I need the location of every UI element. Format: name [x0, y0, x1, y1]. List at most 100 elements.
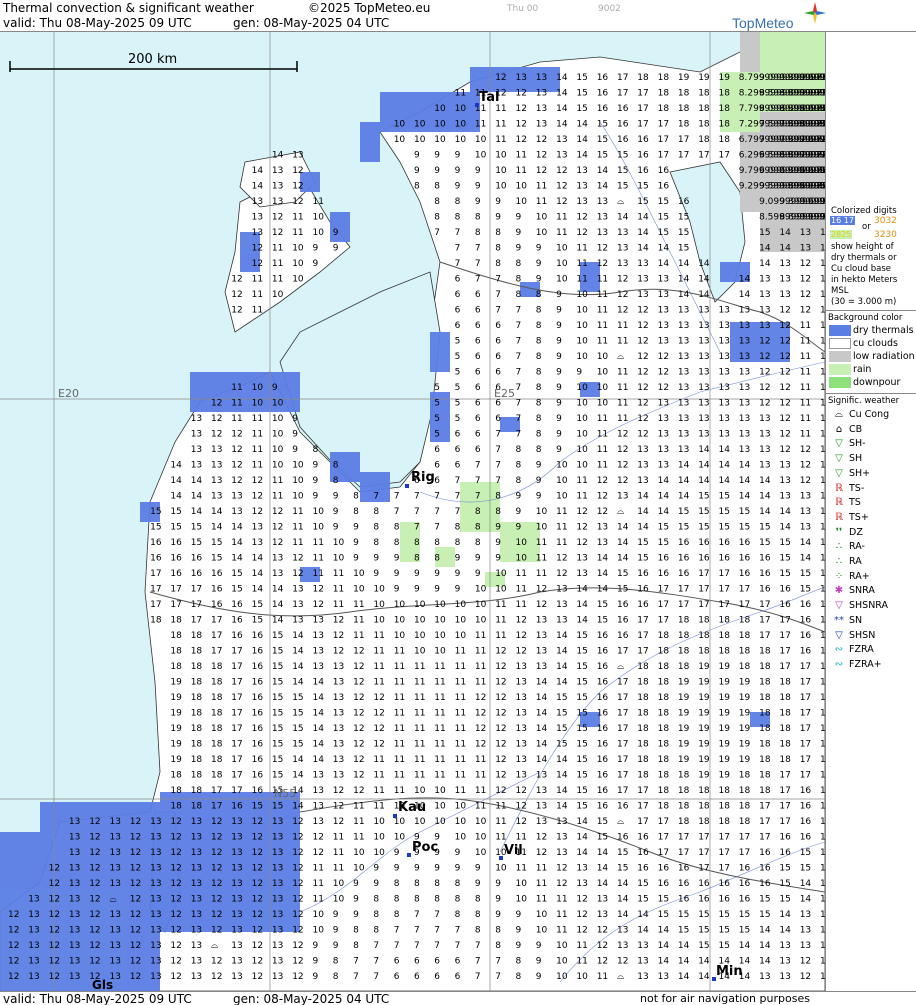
grid-value: 16 — [170, 569, 182, 579]
grid-value: 13 — [516, 73, 527, 83]
grid-value: 11 — [556, 523, 567, 533]
grid-value: 10 — [252, 383, 264, 393]
grid-value: 13 — [191, 430, 202, 440]
grid-value: 18 — [170, 786, 182, 796]
grid-value: 10 — [394, 616, 406, 626]
grid-value: 12 — [252, 817, 263, 827]
grid-value: 11 — [333, 569, 344, 579]
grid-value: 16 — [637, 135, 649, 145]
grid-value: 17 — [211, 786, 222, 796]
grid-value: ⌓ — [617, 197, 624, 207]
legend-divider-2 — [826, 393, 916, 394]
grid-value: 17 — [617, 73, 628, 83]
grid-value: 12 — [333, 647, 344, 657]
grid-value: 15 — [719, 926, 730, 936]
grid-value: 17 — [800, 678, 811, 688]
grid-value: 12 — [49, 864, 60, 874]
grid-value: 14 — [597, 848, 609, 858]
grid-value: 13 — [191, 957, 202, 967]
grid-value: 12 — [231, 290, 242, 300]
grid-value: 18 — [658, 693, 670, 703]
grid-value: 18 — [637, 755, 649, 765]
grid-value: 10 — [556, 461, 568, 471]
grid-value: 17 — [617, 771, 628, 781]
grid-value: 13 — [739, 430, 750, 440]
grid-value: 12 — [313, 848, 324, 858]
grid-value: 11 — [576, 476, 587, 486]
grid-value: 10 — [475, 848, 487, 858]
forecast-map[interactable]: 12 13 13 14 15 16 17 18 18 19 19 19 8.79999999999972… — [0, 32, 825, 991]
grid-value: 15 — [658, 895, 669, 905]
grid-value: 18 — [719, 802, 731, 812]
grid-value: 14 — [759, 259, 771, 269]
grid-value: 13 — [272, 554, 283, 564]
grid-value: 8 — [455, 213, 461, 223]
grid-value: 16 — [597, 631, 609, 641]
grid-value: 8 — [373, 926, 379, 936]
grid-value: 13 — [617, 259, 628, 269]
grid-value: 12 — [292, 895, 303, 905]
city-label-poc[interactable]: Poc — [412, 840, 438, 855]
grid-value: 12 — [779, 306, 790, 316]
grid-value: 16 — [252, 693, 264, 703]
grid-value: 17 — [170, 585, 181, 595]
grid-value: 11 — [292, 213, 303, 223]
grid-value: 13 — [759, 414, 770, 424]
grid-value: 11 — [414, 755, 425, 765]
grid-value: 12 — [800, 275, 811, 285]
grid-value: 12 — [637, 430, 648, 440]
grid-value: 15 — [617, 585, 628, 595]
grid-value: 16 — [597, 771, 609, 781]
grid-value: 18 — [211, 662, 223, 672]
grid-value: 12 — [252, 507, 263, 517]
grid-value: 14 — [637, 228, 649, 238]
grid-value: 9 — [353, 554, 359, 564]
grid-value: 13 — [678, 368, 689, 378]
grid-value: 11 — [597, 445, 608, 455]
grid-value: 13 — [516, 709, 527, 719]
grid-value: 13 — [333, 678, 344, 688]
grid-value: 10 — [597, 368, 609, 378]
city-label-min[interactable]: Min — [716, 964, 743, 979]
grid-value: 12 — [49, 957, 60, 967]
grid-value: 12 — [617, 476, 628, 486]
grid-value: 12 — [617, 445, 628, 455]
grid-value: 11 — [313, 879, 324, 889]
valid-time: valid: Thu 08-May-2025 09 UTC — [3, 16, 192, 30]
grid-value: 11 — [495, 817, 506, 827]
grid-value: 15 — [678, 244, 689, 254]
grid-value: 19 — [698, 740, 710, 750]
grid-value: 11 — [373, 631, 384, 641]
city-label-kau[interactable]: Kau — [398, 800, 426, 815]
grid-value: 14 — [170, 461, 182, 471]
grid-value: 12 — [536, 833, 547, 843]
grid-value: 12 — [252, 848, 263, 858]
grid-value: 9 — [536, 941, 542, 951]
grid-value: 13 — [658, 414, 669, 424]
grid-value: 13 — [313, 786, 324, 796]
grid-value: 13 — [800, 910, 811, 920]
grid-value: 8 — [536, 430, 542, 440]
grid-value: 13 — [576, 554, 587, 564]
grid-value: 15 — [292, 693, 303, 703]
rain-light-icon: ∴ — [835, 541, 843, 553]
grid-value: 9 — [556, 430, 562, 440]
city-label-rig[interactable]: Rig — [411, 470, 435, 485]
grid-value: 16 — [759, 585, 771, 595]
grid-value: 9 — [455, 182, 461, 192]
grid-value: 11 — [434, 693, 445, 703]
grid-value: 18 — [739, 802, 751, 812]
grid-value: 18 — [150, 616, 162, 626]
grid-value: 13 — [637, 445, 648, 455]
city-label-vil[interactable]: Vil — [504, 843, 523, 858]
grid-value: 18 — [658, 647, 670, 657]
city-label-gls[interactable]: Gls — [92, 978, 113, 991]
legend-bg-label: downpour — [853, 377, 901, 388]
grid-value: 7 — [475, 259, 481, 269]
grid-value: 13 — [272, 182, 283, 192]
city-label-tal[interactable]: Tal — [479, 90, 499, 105]
grid-value: 12 — [637, 368, 648, 378]
legend-bg-swatch — [829, 364, 851, 375]
grid-value: 15 — [779, 554, 790, 564]
grid-value: 15 — [292, 709, 303, 719]
